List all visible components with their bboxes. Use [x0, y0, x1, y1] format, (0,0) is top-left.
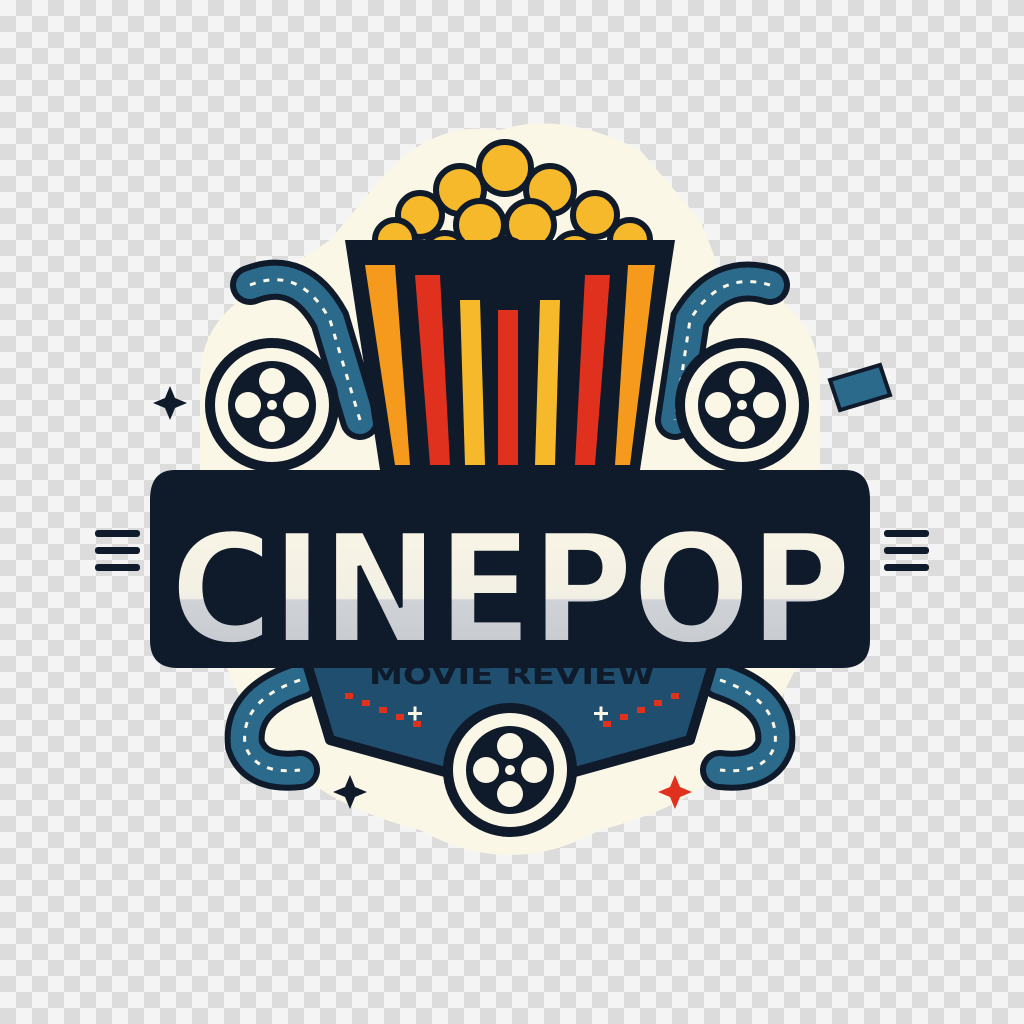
tagline: MOVIE REVIEW [369, 660, 655, 691]
film-reel-right-icon [680, 343, 804, 467]
brand-name: CINEPOP [170, 501, 850, 678]
cinepop-logo: CINEPOP MOVIE REVIEW [95, 123, 929, 856]
title-banner: CINEPOP [95, 470, 929, 680]
logo-canvas: CINEPOP MOVIE REVIEW [0, 0, 1024, 1024]
film-reel-bottom-icon [448, 708, 572, 832]
film-reel-left-icon [210, 343, 334, 467]
